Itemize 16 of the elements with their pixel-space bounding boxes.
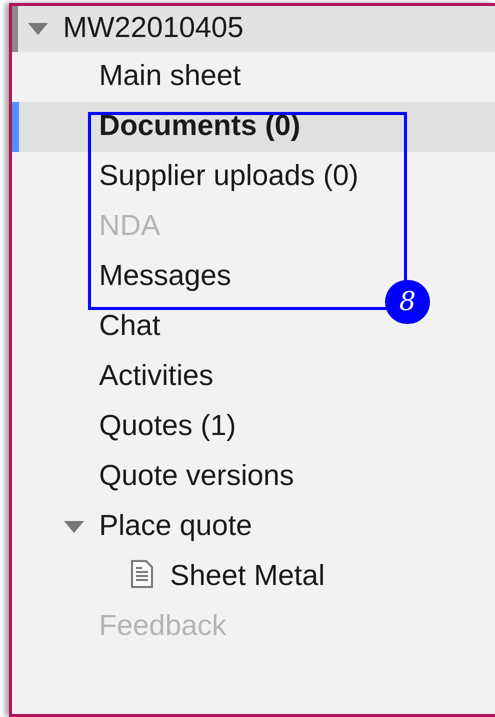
expand-triangle-icon[interactable]: [28, 23, 48, 35]
row-marker: [12, 6, 18, 52]
tree-item[interactable]: Quotes (1): [99, 405, 236, 449]
tree-item[interactable]: Main sheet: [99, 55, 241, 99]
selection-bar: [12, 102, 19, 152]
tree-item[interactable]: Messages: [99, 255, 232, 299]
tree-item[interactable]: MW22010405: [63, 7, 244, 51]
tree-item[interactable]: Quote versions: [99, 455, 294, 499]
document-icon: [130, 559, 154, 589]
tree-item[interactable]: Supplier uploads (0): [99, 155, 359, 199]
tree-item[interactable]: Activities: [99, 355, 214, 399]
tree-item[interactable]: Documents (0): [99, 105, 300, 149]
expand-triangle-icon[interactable]: [64, 521, 84, 533]
tree-item[interactable]: Place quote: [99, 505, 252, 549]
tree-item[interactable]: Sheet Metal: [170, 555, 325, 599]
tree-item[interactable]: Chat: [99, 305, 160, 349]
